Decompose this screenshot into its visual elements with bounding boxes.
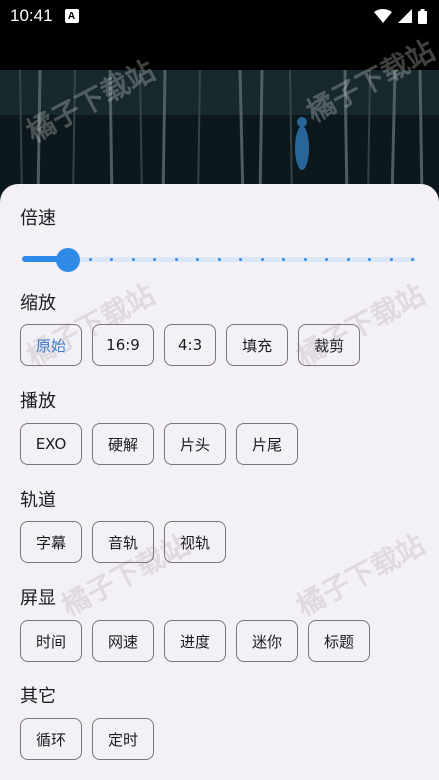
chip-display-title[interactable]: 标题 — [308, 620, 370, 662]
playback-options: EXO 硬解 片头 片尾 — [20, 423, 298, 465]
section-title-zoom: 缩放 — [20, 293, 56, 314]
zoom-options: 原始 16:9 4:3 填充 裁剪 — [20, 324, 361, 366]
chip-zoom-crop[interactable]: 裁剪 — [298, 324, 361, 366]
battery-icon — [418, 8, 427, 24]
signal-icon — [398, 9, 412, 23]
section-title-speed: 倍速 — [20, 208, 56, 229]
slider-tick — [346, 258, 350, 261]
video-player[interactable] — [0, 70, 439, 200]
slider-tick — [174, 258, 178, 261]
chip-other-timer[interactable]: 定时 — [92, 718, 154, 760]
video-frame — [0, 70, 439, 200]
chip-other-loop[interactable]: 循环 — [20, 718, 82, 760]
slider-tick — [389, 258, 393, 261]
slider-tick — [131, 258, 135, 261]
status-bar: 10:41 A — [0, 0, 439, 32]
wifi-icon — [374, 9, 392, 23]
chip-display-mini[interactable]: 迷你 — [236, 620, 298, 662]
chip-zoom-original[interactable]: 原始 — [20, 324, 82, 366]
track-options: 字幕 音轨 视轨 — [20, 521, 226, 563]
chip-track-audio[interactable]: 音轨 — [92, 521, 154, 563]
slider-tick — [260, 258, 264, 261]
watermark: 橘子下载站 — [291, 527, 431, 623]
slider-thumb[interactable] — [56, 248, 80, 272]
chip-display-netspeed[interactable]: 网速 — [92, 620, 154, 662]
speed-slider[interactable] — [22, 248, 416, 272]
other-options: 循环 定时 — [20, 718, 154, 760]
chip-zoom-fill[interactable]: 填充 — [226, 324, 289, 366]
slider-tick — [411, 258, 414, 261]
status-time: 10:41 — [10, 6, 53, 25]
chip-display-time[interactable]: 时间 — [20, 620, 82, 662]
chip-zoom-16-9[interactable]: 16:9 — [92, 324, 154, 366]
section-title-display: 屏显 — [20, 588, 56, 609]
notification-icon: A — [64, 9, 79, 23]
chip-playback-intro[interactable]: 片头 — [164, 423, 226, 465]
chip-playback-outro[interactable]: 片尾 — [236, 423, 298, 465]
player-settings-sheet: 倍速 缩放 原始 16:9 4:3 填充 裁剪 播放 EXO 硬解 片头 片尾 … — [0, 184, 439, 780]
section-title-track: 轨道 — [20, 490, 56, 511]
slider-tick — [89, 258, 92, 261]
chip-track-subtitle[interactable]: 字幕 — [20, 521, 82, 563]
section-title-playback: 播放 — [20, 391, 56, 412]
display-options: 时间 网速 进度 迷你 标题 — [20, 620, 370, 662]
chip-playback-exo[interactable]: EXO — [20, 423, 82, 465]
chip-display-progress[interactable]: 进度 — [164, 620, 226, 662]
chip-zoom-4-3[interactable]: 4:3 — [164, 324, 217, 366]
chip-track-video[interactable]: 视轨 — [164, 521, 226, 563]
slider-tick — [217, 258, 221, 261]
slider-tick — [303, 258, 307, 261]
section-title-other: 其它 — [20, 686, 56, 707]
chip-playback-hw-decode[interactable]: 硬解 — [92, 423, 154, 465]
